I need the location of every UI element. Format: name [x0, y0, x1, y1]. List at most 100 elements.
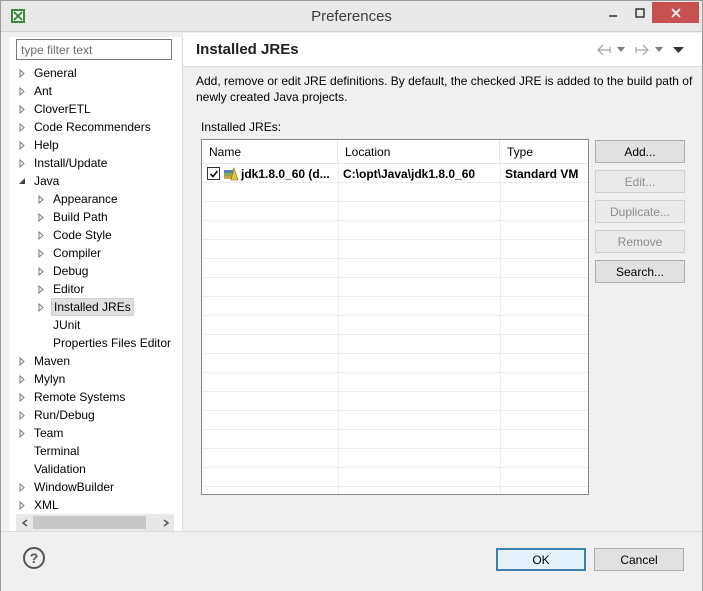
- tree-item[interactable]: Install/Update: [16, 154, 109, 172]
- page-title: Installed JREs: [196, 41, 299, 58]
- left-pane: General Ant CloverETL Code Recommenders Help…: [9, 37, 183, 531]
- tree-item-label: Remote Systems: [34, 390, 126, 404]
- minimize-button[interactable]: [599, 2, 626, 23]
- scroll-left-arrow[interactable]: [16, 514, 33, 531]
- tree-item[interactable]: Ant: [16, 82, 54, 100]
- tree-item[interactable]: Terminal: [16, 442, 81, 460]
- back-button[interactable]: [596, 42, 612, 58]
- collapsed-arrow-icon[interactable]: [16, 121, 28, 133]
- column-header-location[interactable]: Location: [338, 140, 500, 164]
- cancel-button[interactable]: Cancel: [594, 548, 684, 571]
- tree-item[interactable]: Installed JREs: [35, 298, 134, 316]
- tree-item[interactable]: XML: [16, 496, 61, 514]
- chevron-left-icon: [21, 518, 27, 527]
- tree-item[interactable]: Editor: [35, 280, 86, 298]
- tree-item[interactable]: Debug: [35, 262, 90, 280]
- tree-item-label: Help: [34, 138, 59, 152]
- tree-item-label: Installed JREs: [51, 298, 134, 316]
- scroll-right-arrow[interactable]: [157, 514, 174, 531]
- installed-jres-label: Installed JREs:: [201, 120, 282, 134]
- tree-item[interactable]: Maven: [16, 352, 72, 370]
- tree-item[interactable]: Mylyn: [16, 370, 67, 388]
- tree-item[interactable]: Properties Files Editor: [35, 334, 173, 352]
- collapsed-arrow-icon[interactable]: [35, 283, 47, 295]
- tree-item[interactable]: Run/Debug: [16, 406, 97, 424]
- tree-item[interactable]: Validation: [16, 460, 88, 478]
- tree-item-label: Terminal: [34, 444, 80, 458]
- tree-item[interactable]: Code Recommenders: [16, 118, 153, 136]
- scroll-thumb[interactable]: [33, 516, 146, 529]
- installed-jres-table[interactable]: Name Location Type jdk1.8.0_60 (d... C:\o…: [201, 139, 589, 495]
- collapsed-arrow-icon[interactable]: [35, 265, 47, 277]
- collapsed-arrow-icon[interactable]: [16, 67, 28, 79]
- view-menu-button[interactable]: [673, 42, 684, 58]
- help-button[interactable]: ?: [23, 547, 45, 569]
- tree-item[interactable]: JUnit: [35, 316, 82, 334]
- collapsed-arrow-icon[interactable]: [35, 193, 47, 205]
- tree-item[interactable]: Remote Systems: [16, 388, 127, 406]
- tree-item-label: Appearance: [53, 192, 118, 206]
- forward-history-dropdown[interactable]: [655, 42, 663, 58]
- search-button[interactable]: Search...: [595, 260, 685, 283]
- tree-item[interactable]: WindowBuilder: [16, 478, 116, 496]
- collapsed-arrow-icon[interactable]: [16, 409, 28, 421]
- tree-item[interactable]: Help: [16, 136, 61, 154]
- table-grid-row: [202, 221, 588, 240]
- collapsed-arrow-icon[interactable]: [16, 373, 28, 385]
- forward-button[interactable]: [634, 42, 650, 58]
- collapsed-arrow-icon[interactable]: [35, 229, 47, 241]
- back-history-dropdown[interactable]: [617, 42, 625, 58]
- table-row[interactable]: jdk1.8.0_60 (d...: [202, 164, 338, 183]
- tree-item[interactable]: Compiler: [35, 244, 103, 262]
- column-header-type[interactable]: Type: [500, 140, 588, 164]
- remove-button[interactable]: Remove: [595, 230, 685, 253]
- tree-item-label: Code Recommenders: [34, 120, 151, 134]
- collapsed-arrow-icon[interactable]: [35, 247, 47, 259]
- expanded-arrow-icon[interactable]: [16, 175, 28, 187]
- tree-horizontal-scrollbar[interactable]: [16, 514, 174, 531]
- tree-item[interactable]: Team: [16, 424, 65, 442]
- edit-button[interactable]: Edit...: [595, 170, 685, 193]
- collapsed-arrow-icon[interactable]: [16, 355, 28, 367]
- tree-item[interactable]: General: [16, 64, 79, 82]
- collapsed-arrow-icon[interactable]: [16, 139, 28, 151]
- tree-item[interactable]: Build Path: [35, 208, 110, 226]
- close-icon: [670, 7, 681, 18]
- add-button[interactable]: Add...: [595, 140, 685, 163]
- table-grid-row: [202, 449, 588, 468]
- duplicate-button[interactable]: Duplicate...: [595, 200, 685, 223]
- tree-item-label: WindowBuilder: [34, 480, 115, 494]
- ok-button[interactable]: OK: [496, 548, 586, 571]
- jre-library-icon: [224, 166, 239, 180]
- table-grid-row: [202, 335, 588, 354]
- collapsed-arrow-icon[interactable]: [35, 211, 47, 223]
- collapsed-arrow-icon[interactable]: [16, 103, 28, 115]
- collapsed-arrow-icon[interactable]: [16, 481, 28, 493]
- collapsed-arrow-icon[interactable]: [16, 85, 28, 97]
- collapsed-arrow-icon[interactable]: [35, 301, 47, 313]
- collapsed-arrow-icon[interactable]: [16, 499, 28, 511]
- filter-input[interactable]: [16, 39, 172, 60]
- tree-item[interactable]: CloverETL: [16, 100, 93, 118]
- collapsed-arrow-icon[interactable]: [16, 391, 28, 403]
- dropdown-arrow-icon: [617, 47, 625, 52]
- table-grid-row: [202, 259, 588, 278]
- column-header-name[interactable]: Name: [202, 140, 338, 164]
- tree-item-label: Editor: [53, 282, 85, 296]
- collapsed-arrow-icon[interactable]: [16, 157, 28, 169]
- table-grid-row: [202, 240, 588, 259]
- tree-item[interactable]: Code Style: [35, 226, 114, 244]
- maximize-button[interactable]: [626, 2, 653, 23]
- tree-item[interactable]: Java: [16, 172, 61, 190]
- jre-checkbox[interactable]: [207, 167, 220, 180]
- help-icon: ?: [29, 550, 39, 566]
- collapsed-arrow-icon[interactable]: [16, 427, 28, 439]
- title-bar[interactable]: Preferences: [1, 1, 702, 32]
- tree-item-label: Mylyn: [34, 372, 66, 386]
- forward-arrow-icon: [635, 44, 649, 56]
- tree-item[interactable]: Appearance: [35, 190, 120, 208]
- close-button[interactable]: [652, 2, 699, 23]
- preference-tree[interactable]: General Ant CloverETL Code Recommenders Help…: [16, 64, 174, 514]
- tree-item-label: Validation: [34, 462, 86, 476]
